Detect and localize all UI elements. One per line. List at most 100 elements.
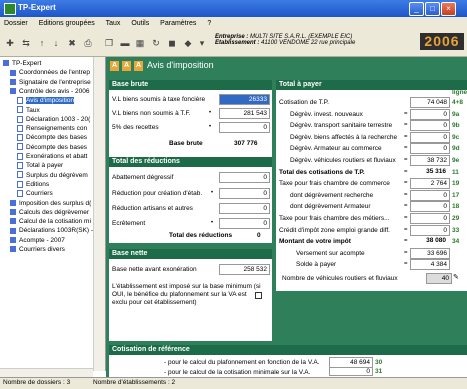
edit-pencil-icon[interactable]: ✎ [453, 273, 459, 281]
tree-item[interactable]: Editions [17, 180, 49, 189]
tree-vertical-scrollbar[interactable] [93, 57, 105, 371]
ref-cotisation-min-input[interactable]: 0 [329, 367, 373, 376]
abattement-input[interactable]: 0 [219, 172, 270, 183]
equals-sign: = [404, 110, 408, 117]
tree-item[interactable]: Décompte des bases [17, 143, 87, 152]
tree-item[interactable]: Exonérations et abatt [17, 152, 87, 161]
status-bar: Nombre de dossiers : 3 Nombre d'établiss… [0, 377, 467, 389]
amount-field[interactable]: 0 [410, 224, 450, 236]
folder-icon[interactable]: ▬ [119, 38, 131, 49]
total-payer-header: Total à payer [276, 80, 467, 90]
field-label: Dégrèv. biens affectés à la recherche [290, 133, 398, 141]
amount-field[interactable]: 0 [410, 108, 450, 120]
ligne-code: 9c [452, 133, 460, 141]
etablissement-label: Etablissement : [215, 40, 260, 46]
vl-non-fonciere-input[interactable]: 281 543 [219, 108, 270, 119]
menu-dossier[interactable]: Dossier [4, 20, 28, 27]
refresh-icon[interactable]: ↻ [150, 38, 162, 49]
field-label: V.L biens non soumis à T.F. [112, 110, 191, 117]
tree-item[interactable]: Déclaration 1003 - 20( [17, 115, 90, 124]
base-nette-input[interactable]: 258 532 [219, 264, 270, 275]
amount-field[interactable]: 0 [410, 213, 450, 224]
menu-help[interactable]: ? [207, 20, 211, 27]
amount-field[interactable]: 74 048 [410, 97, 450, 108]
tree-item-label: Total à payer [26, 162, 64, 170]
document-icon [17, 152, 23, 160]
tree-item-label: Déclaration 1003 - 20( [26, 115, 91, 123]
equals-sign: = [404, 215, 408, 221]
minimize-button[interactable]: _ [409, 2, 424, 16]
field-label: Base nette avant exonération [112, 266, 197, 273]
document-icon [17, 180, 23, 188]
maximize-button[interactable]: □ [425, 2, 440, 16]
tree-item[interactable]: Décompte des bases [17, 133, 87, 142]
document-icon [17, 106, 23, 114]
tree-item[interactable]: Courriers divers [10, 245, 65, 254]
field-label: Réduction artisans et autres [112, 205, 193, 212]
menu-editions-groupees[interactable]: Editions groupées [39, 20, 95, 27]
amount-field[interactable]: 0 [410, 120, 450, 132]
tree-item[interactable]: Avis d'imposition [17, 96, 75, 105]
tree-item[interactable]: Total à payer [17, 161, 63, 170]
tree-item[interactable]: Déclarations 1003R(SK) - [10, 226, 93, 235]
tree-item-label: Renseignements con [26, 125, 88, 133]
field-label: - pour le calcul du plafonnement en fonc… [164, 359, 320, 366]
dropdown-icon[interactable]: ▾ [196, 38, 208, 49]
field-label: Réduction pour création d'étab. [112, 190, 203, 197]
save-icon[interactable]: ◼ [166, 38, 178, 49]
menu-parametres[interactable]: Paramètres [160, 20, 196, 27]
close-button[interactable]: × [441, 2, 456, 16]
tree-item[interactable]: Signataire de l'entreprise [10, 78, 91, 87]
amount-field[interactable]: 2 764 [410, 178, 450, 190]
branch-icon[interactable]: ⇆ [20, 38, 32, 49]
menu-taux[interactable]: Taux [106, 20, 121, 27]
calc-icon[interactable]: ▦ [134, 38, 146, 49]
tree-item[interactable]: Calculs des dégrèvemer [10, 208, 89, 217]
arrow-down-icon[interactable]: ↓ [50, 38, 62, 49]
tree-item[interactable]: Contrôle des avis - 2006 [10, 87, 89, 96]
reduction-creation-input[interactable]: 0 [219, 188, 270, 199]
nav-prev-button[interactable]: A [122, 61, 131, 71]
amount-field[interactable]: 33 696 [410, 247, 450, 259]
field-label: Solde à payer [296, 261, 337, 269]
amount-field[interactable]: 0 [410, 189, 450, 201]
nav-first-button[interactable]: A [110, 61, 119, 71]
tree-item[interactable]: Imposition des surplus d( [10, 199, 91, 208]
delete-icon[interactable]: ✖ [66, 38, 78, 49]
new-icon[interactable]: ✚ [4, 38, 16, 49]
tree-item[interactable]: Renseignements con [17, 124, 87, 133]
nav-next-button[interactable]: A [134, 61, 143, 71]
amount-field[interactable]: 38 732 [410, 155, 450, 166]
copy-icon[interactable]: ❐ [103, 38, 115, 49]
amount-field[interactable]: 0 [410, 131, 450, 143]
tree-item[interactable]: Taux [17, 106, 40, 115]
reduction-artisans-input[interactable]: 0 [219, 203, 270, 214]
equals-sign: = [404, 238, 408, 245]
minimum-base-checkbox[interactable] [255, 292, 262, 299]
amount-field[interactable]: 0 [410, 143, 450, 155]
field-label: Ecrêtement [112, 220, 146, 227]
tree-item-label: Acompte - 2007 [19, 236, 65, 244]
field-label: Crédit d'impôt zone emploi grande diff. [279, 226, 390, 234]
tree-item[interactable]: Acompte - 2007 [10, 236, 65, 245]
tree-item[interactable]: TP-Expert [3, 59, 41, 68]
tree-item-label: Imposition des surplus d( [19, 199, 92, 207]
amount-field[interactable]: 4 384 [410, 259, 450, 271]
tree-item[interactable]: Calcul de la cotisation mi [10, 217, 91, 226]
menu-outils[interactable]: Outils [131, 20, 149, 27]
print-icon[interactable]: ⎙ [82, 38, 94, 49]
equals-sign: = [404, 226, 408, 233]
vehicules-input[interactable]: 40 [426, 273, 452, 284]
equals-sign: = [404, 261, 408, 268]
amount-field[interactable]: 0 [410, 201, 450, 213]
tree-item[interactable]: Coordonnées de l'entrep [10, 68, 90, 77]
equals-sign: = [404, 180, 408, 187]
ecretement-input[interactable]: 0 [219, 218, 270, 229]
arrow-up-icon[interactable]: ↑ [36, 38, 48, 49]
diamond-icon[interactable]: ◆ [182, 38, 194, 49]
folder-icon [3, 60, 9, 67]
recettes-input[interactable]: 0 [219, 122, 270, 133]
tree-item[interactable]: Courriers [17, 189, 53, 198]
tree-item[interactable]: Surplus du dégrèvem [17, 171, 88, 180]
vl-fonciere-input[interactable]: 26333 [219, 94, 270, 105]
